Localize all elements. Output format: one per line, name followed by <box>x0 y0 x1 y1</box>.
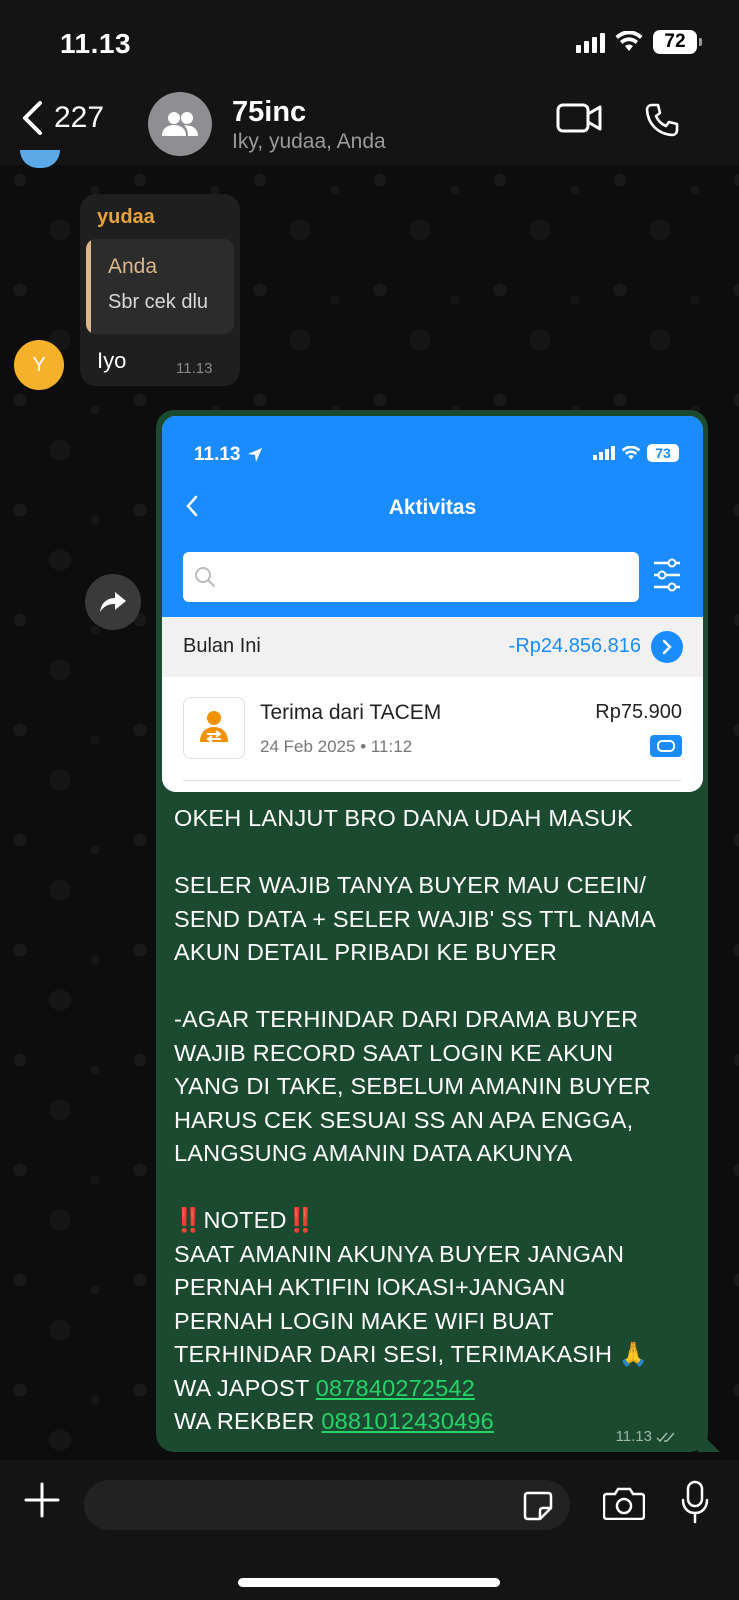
message-line: PERNAH AKTIFIN lOKASI+JANGAN <box>174 1274 566 1300</box>
incoming-message[interactable]: yudaa Anda Sbr cek dlu Iyo 11.13 <box>80 194 240 386</box>
outgoing-message[interactable]: 11.13 73 Aktivitas Bulan Ini -Rp24.856.8… <box>156 410 708 1452</box>
message-line: ‼️NOTED‼️ <box>174 1207 317 1233</box>
read-receipt-icon <box>656 1432 675 1442</box>
signal-icon <box>576 31 605 53</box>
filter-icon <box>654 558 680 592</box>
screenshot-month-row: Bulan Ini -Rp24.856.816 <box>162 617 703 677</box>
screenshot-title: Aktivitas <box>388 496 477 519</box>
plus-icon[interactable] <box>24 1482 60 1518</box>
status-indicators: 72 <box>576 30 702 54</box>
attached-screenshot[interactable]: 11.13 73 Aktivitas Bulan Ini -Rp24.856.8… <box>162 416 703 792</box>
message-line: AKUN DETAIL PRIBADI KE BUYER <box>174 939 557 965</box>
message-line: SEND DATA + SELER WAJIB' SS TTL NAMA <box>174 905 657 932</box>
message-line: -AGAR TERHINDAR DARI DRAMA BUYER <box>174 1006 639 1032</box>
wa-japost-line: WA JAPOST 087840272542 <box>174 1374 475 1401</box>
chat-header: 11.13 72 227 75inc Iky, yudaa, Anda <box>0 0 739 165</box>
message-text: Iyo <box>97 348 127 373</box>
transaction-date: 24 Feb 2025 • 11:12 <box>260 737 413 756</box>
signal-icon <box>593 446 615 460</box>
quote-bar <box>86 239 91 334</box>
screenshot-header: 11.13 73 Aktivitas <box>162 416 703 617</box>
location-arrow-icon <box>247 448 262 462</box>
message-time: 11.13 <box>616 1428 678 1445</box>
screenshot-status-time: 11.13 <box>194 444 263 466</box>
group-avatar[interactable] <box>148 92 212 156</box>
battery-icon: 73 <box>647 444 679 462</box>
message-line: HARUS CEK SESUAI SS AN APA ENGGA, <box>174 1106 634 1133</box>
group-icon <box>162 112 198 136</box>
message-lines: OKEH LANJUT BRO DANA UDAH MASUK SELER WAJ… <box>174 802 694 1372</box>
quoted-text: Sbr cek dlu <box>108 291 209 313</box>
message-time: 11.13 <box>176 360 213 377</box>
wa-japost-phone-link[interactable]: 087840272542 <box>316 1375 475 1401</box>
message-input[interactable] <box>84 1480 570 1530</box>
transaction-row: Terima dari TACEM 24 Feb 2025 • 11:12 Rp… <box>162 677 703 792</box>
status-time: 11.13 <box>60 28 132 59</box>
quoted-name: Anda <box>108 255 158 278</box>
sender-avatar[interactable]: Y <box>14 340 64 390</box>
phone-call-icon[interactable] <box>644 102 680 138</box>
transaction-title: Terima dari TACEM <box>260 701 442 724</box>
search-icon <box>195 567 215 587</box>
wa-rekber-phone-link[interactable]: 0881012430496 <box>321 1408 494 1434</box>
back-button[interactable]: 227 <box>20 100 104 136</box>
message-line: OKEH LANJUT BRO DANA UDAH MASUK <box>174 805 633 831</box>
chat-members[interactable]: Iky, yudaa, Anda <box>232 130 386 154</box>
message-line: LANGSUNG AMANIN DATA AKUNYA <box>174 1140 573 1166</box>
sender-name[interactable]: yudaa <box>97 206 155 229</box>
message-body: OKEH LANJUT BRO DANA UDAH MASUK SELER WAJ… <box>174 802 694 1439</box>
wifi-icon <box>621 445 641 460</box>
wifi-icon <box>615 31 643 51</box>
transaction-amount: Rp75.900 <box>595 701 682 723</box>
video-call-icon[interactable] <box>556 102 602 134</box>
forward-icon <box>100 592 126 612</box>
home-indicator <box>238 1578 500 1587</box>
quoted-reply[interactable]: Anda Sbr cek dlu <box>86 239 234 334</box>
month-total: -Rp24.856.816 <box>508 635 641 657</box>
message-line: PERNAH LOGIN MAKE WIFI BUAT <box>174 1307 554 1334</box>
transfer-icon <box>183 697 245 759</box>
screenshot-status-indicators: 73 <box>593 444 679 462</box>
message-line: TERHINDAR DARI SESI, TERIMAKASIH 🙏 <box>174 1341 649 1367</box>
microphone-icon[interactable] <box>680 1480 710 1524</box>
forward-button[interactable] <box>85 574 141 630</box>
sticker-icon[interactable] <box>522 1490 554 1522</box>
divider <box>183 780 682 781</box>
unread-count: 227 <box>54 101 105 134</box>
chat-title[interactable]: 75inc <box>232 96 306 129</box>
message-line: SELER WAJIB TANYA BUYER MAU CEEIN/ <box>174 872 647 898</box>
message-line: SAAT AMANIN AKUNYA BUYER JANGAN <box>174 1240 625 1267</box>
chevron-left-icon <box>23 101 42 135</box>
screenshot-search-box <box>183 552 639 602</box>
camera-icon[interactable] <box>603 1486 645 1520</box>
message-line: WAJIB RECORD SAAT LOGIN KE AKUN <box>174 1039 614 1066</box>
month-label: Bulan Ini <box>183 635 261 657</box>
battery-icon: 72 <box>653 30 702 54</box>
wallet-badge-icon <box>650 735 682 757</box>
chevron-right-icon <box>651 631 683 663</box>
message-line: YANG DI TAKE, SEBELUM AMANIN BUYER <box>174 1073 651 1099</box>
